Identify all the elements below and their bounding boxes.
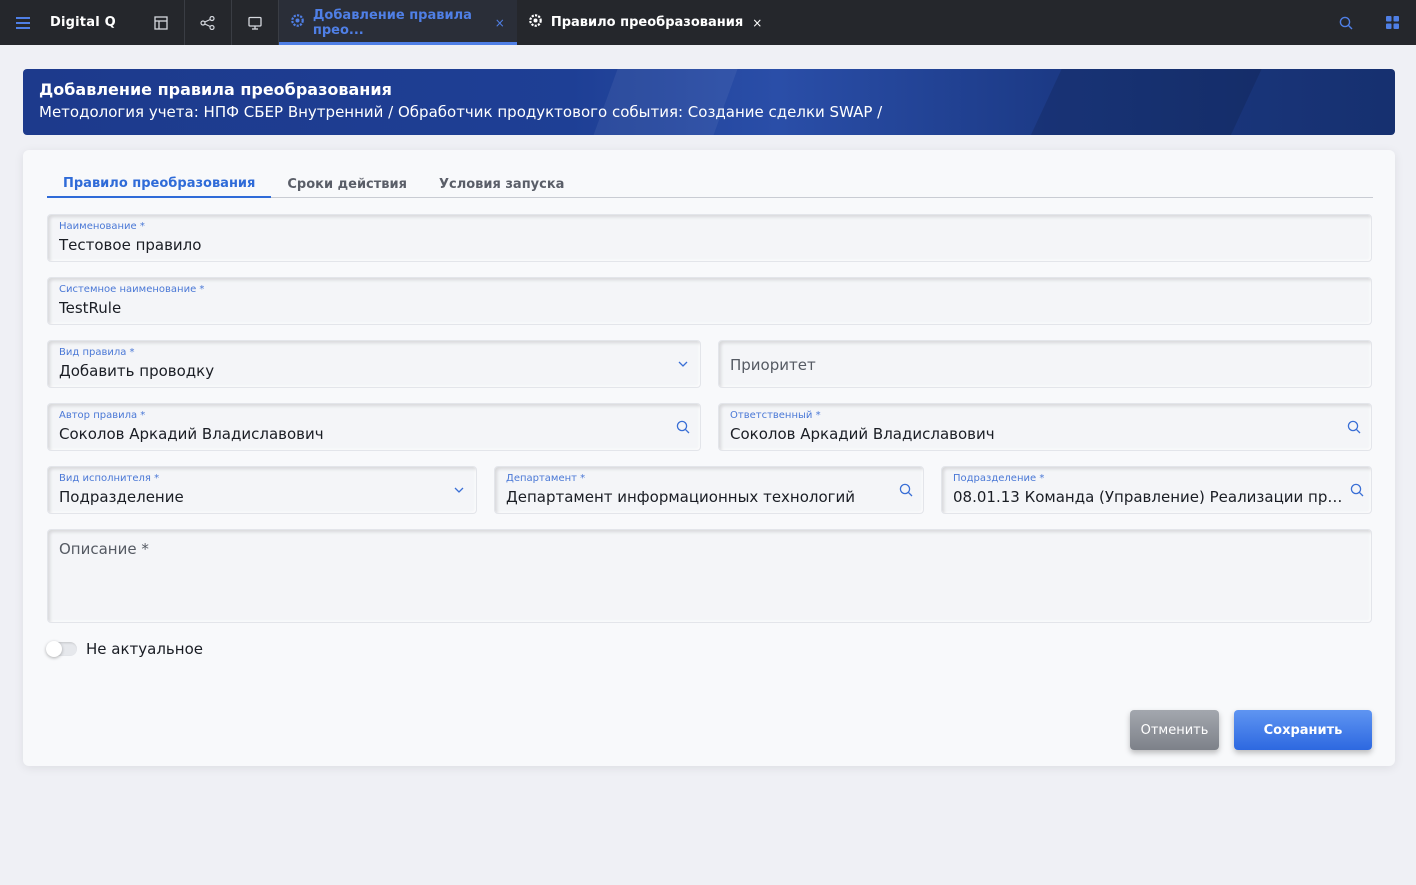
- chevron-down-icon[interactable]: [675, 356, 691, 372]
- priority-placeholder: Приоритет: [730, 356, 816, 374]
- responsible-value: Соколов Аркадий Владиславович: [730, 425, 995, 443]
- author-value: Соколов Аркадий Владиславович: [59, 425, 324, 443]
- chevron-down-icon[interactable]: [451, 482, 467, 498]
- menu-icon[interactable]: [0, 0, 45, 45]
- search-icon[interactable]: [1349, 482, 1365, 498]
- inactive-toggle-label: Не актуальное: [86, 640, 203, 658]
- tab-launch-conditions[interactable]: Условия запуска: [423, 170, 580, 198]
- close-icon[interactable]: ×: [752, 16, 762, 30]
- name-value: Тестовое правило: [59, 236, 202, 254]
- tab-transform-rule-form[interactable]: Правило преобразования: [47, 170, 272, 198]
- division-label: Подразделение *: [953, 473, 1045, 484]
- breadcrumb: Методология учета: НПФ СБЕР Внутренний /…: [39, 103, 883, 121]
- department-field[interactable]: Департамент * Департамент информационных…: [494, 466, 924, 514]
- description-placeholder: Описание *: [59, 540, 149, 558]
- rule-type-label: Вид правила *: [59, 347, 135, 358]
- priority-field[interactable]: Приоритет: [718, 340, 1372, 388]
- page-header-banner: Добавление правила преобразования Методо…: [23, 69, 1395, 135]
- tab-transform-rule-label: Правило преобразования: [550, 15, 744, 30]
- executor-type-select[interactable]: Вид исполнителя * Подразделение: [47, 466, 477, 514]
- division-value: 08.01.13 Команда (Управление) Реализации…: [953, 488, 1348, 506]
- form-tabs: Правило преобразования Сроки действия Ус…: [47, 170, 1373, 198]
- gear-icon: [291, 14, 304, 31]
- responsible-label: Ответственный *: [730, 410, 821, 421]
- system-name-label: Системное наименование *: [59, 284, 205, 295]
- save-button[interactable]: Сохранить: [1234, 710, 1372, 750]
- layout-icon[interactable]: [138, 0, 185, 45]
- apps-grid-icon[interactable]: [1369, 0, 1416, 45]
- tab-add-rule-label: Добавление правила прео...: [312, 7, 472, 38]
- system-name-value: TestRule: [59, 299, 122, 317]
- form-card: Правило преобразования Сроки действия Ус…: [23, 150, 1395, 766]
- gear-icon: [529, 14, 542, 31]
- author-label: Автор правила *: [59, 410, 146, 421]
- close-icon[interactable]: ×: [495, 16, 505, 30]
- author-field[interactable]: Автор правила * Соколов Аркадий Владисла…: [47, 403, 701, 451]
- executor-type-value: Подразделение: [59, 488, 184, 506]
- inactive-toggle[interactable]: [46, 641, 77, 657]
- cancel-button[interactable]: Отменить: [1130, 710, 1219, 750]
- responsible-field[interactable]: Ответственный * Соколов Аркадий Владисла…: [718, 403, 1372, 451]
- system-name-field[interactable]: Системное наименование * TestRule: [47, 277, 1372, 325]
- monitor-icon[interactable]: [232, 0, 279, 45]
- search-icon[interactable]: [1346, 419, 1362, 435]
- department-value: Департамент информационных технологий: [506, 488, 856, 506]
- page-title: Добавление правила преобразования: [39, 80, 392, 99]
- department-label: Департамент *: [506, 473, 586, 484]
- top-bar: Digital Q Добавление правила прео... × П…: [0, 0, 1416, 45]
- share-icon[interactable]: [185, 0, 232, 45]
- division-field[interactable]: Подразделение * 08.01.13 Команда (Управл…: [941, 466, 1372, 514]
- tab-validity-period[interactable]: Сроки действия: [271, 170, 423, 198]
- executor-type-label: Вид исполнителя *: [59, 473, 160, 484]
- search-icon[interactable]: [1322, 0, 1369, 45]
- tab-transform-rule[interactable]: Правило преобразования ×: [517, 0, 774, 45]
- name-label: Наименование *: [59, 221, 145, 232]
- name-field[interactable]: Наименование * Тестовое правило: [47, 214, 1372, 262]
- search-icon[interactable]: [898, 482, 914, 498]
- tab-add-rule[interactable]: Добавление правила прео... ×: [278, 0, 517, 45]
- toggle-knob: [46, 641, 62, 657]
- rule-type-value: Добавить проводку: [59, 362, 215, 380]
- app-brand: Digital Q: [50, 15, 116, 30]
- search-icon[interactable]: [675, 419, 691, 435]
- description-textarea[interactable]: Описание *: [47, 529, 1372, 623]
- rule-type-select[interactable]: Вид правила * Добавить проводку: [47, 340, 701, 388]
